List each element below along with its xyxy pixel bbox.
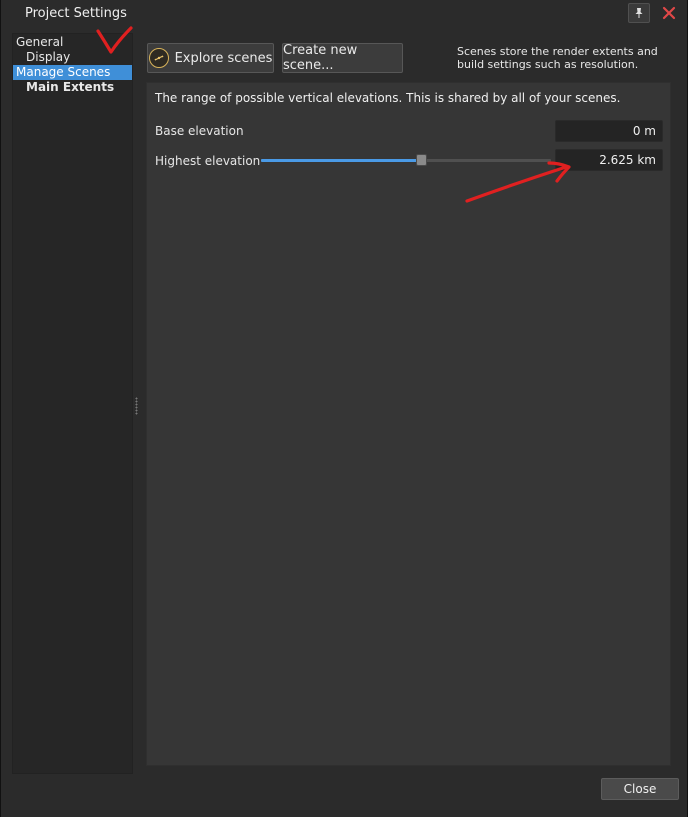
explore-scenes-button[interactable]: Explore scenes — [147, 43, 274, 73]
close-icon — [662, 6, 676, 20]
panel-description: The range of possible vertical elevation… — [155, 91, 621, 105]
close-button-label: Close — [623, 782, 657, 796]
title-bar[interactable]: Project Settings — [1, 0, 687, 28]
slider-thumb[interactable] — [415, 154, 427, 166]
main-extents-panel: The range of possible vertical elevation… — [146, 82, 671, 766]
window-close-button[interactable] — [658, 2, 680, 24]
settings-tree[interactable]: General Display Manage Scenes Main Exten… — [12, 33, 133, 774]
highest-elevation-label: Highest elevation — [155, 154, 261, 168]
tree-item-general[interactable]: General — [13, 35, 132, 50]
pin-icon — [635, 8, 643, 18]
splitter-handle[interactable] — [135, 397, 138, 415]
project-settings-window: Project Settings General Display Manage … — [0, 0, 688, 817]
tree-item-display[interactable]: Display — [13, 50, 132, 65]
slider-fill — [261, 159, 421, 162]
compass-icon — [148, 48, 169, 68]
highest-elevation-input[interactable]: 2.625 km — [555, 149, 663, 171]
window-title: Project Settings — [25, 6, 127, 21]
base-elevation-input[interactable]: 0 m — [555, 120, 663, 142]
tree-item-manage-scenes[interactable]: Manage Scenes — [13, 65, 132, 80]
pin-button[interactable] — [628, 3, 650, 23]
close-button[interactable]: Close — [601, 778, 679, 800]
tree-item-main-extents[interactable]: Main Extents — [13, 80, 132, 95]
explore-scenes-label: Explore scenes — [174, 50, 273, 66]
create-new-scene-button[interactable]: Create new scene... — [282, 43, 403, 73]
scenes-info-text: Scenes store the render extents and buil… — [457, 45, 658, 71]
highest-elevation-slider[interactable] — [261, 154, 551, 166]
base-elevation-label: Base elevation — [155, 124, 244, 138]
create-new-scene-label: Create new scene... — [283, 43, 358, 73]
